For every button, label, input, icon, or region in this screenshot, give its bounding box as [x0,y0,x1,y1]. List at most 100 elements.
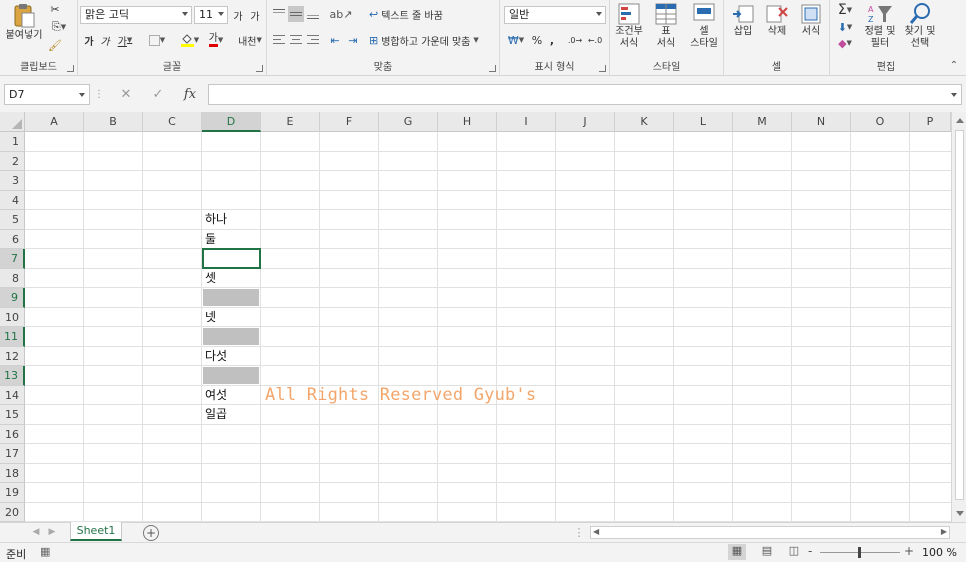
font-launcher[interactable] [256,65,263,72]
row-header-4[interactable]: 4 [0,190,25,210]
row-header-19[interactable]: 19 [0,483,25,503]
number-format-select[interactable]: 일반 [504,6,606,24]
row-header-12[interactable]: 12 [0,346,25,366]
cut-button[interactable]: ✂ [48,2,62,16]
tab-split-grip[interactable]: ⋮ [574,526,585,539]
formula-input[interactable] [208,84,962,105]
add-sheet-button[interactable]: + [143,525,159,541]
row-header-11[interactable]: 11 [0,327,25,347]
copy-button[interactable]: ⎘ ▼ [48,20,70,34]
zoom-slider[interactable] [820,547,900,558]
font-name-select[interactable]: 맑은 고딕 [80,6,192,24]
zoom-out-button[interactable]: - [808,544,812,558]
column-header-d[interactable]: D [202,112,261,132]
expand-formula-icon[interactable] [951,93,957,97]
column-header-j[interactable]: J [556,112,615,132]
format-painter-button[interactable]: 🖌 [48,38,62,52]
cell-d8[interactable]: 셋 [202,269,261,289]
name-box[interactable]: D7 [4,84,90,105]
column-header-o[interactable]: O [851,112,910,132]
row-header-18[interactable]: 18 [0,463,25,483]
row-header-16[interactable]: 16 [0,424,25,444]
select-all-button[interactable] [0,112,25,132]
column-header-i[interactable]: I [497,112,556,132]
find-select-button[interactable]: 찾기 및 선택 [900,2,940,50]
column-header-h[interactable]: H [438,112,497,132]
row-header-3[interactable]: 3 [0,171,25,191]
row-header-13[interactable]: 13 [0,366,25,386]
border-button[interactable]: ▼ [146,32,168,48]
row-header-17[interactable]: 17 [0,444,25,464]
delete-cells-button[interactable]: 삭제 [762,2,792,38]
row-header-6[interactable]: 6 [0,229,25,249]
zoom-slider-thumb[interactable] [858,547,861,558]
phonetic-button[interactable]: 내천 ▼ [236,32,264,48]
row-header-9[interactable]: 9 [0,288,25,308]
format-cells-button[interactable]: 서식 [796,2,826,38]
conditional-format-button[interactable]: 조건부 서식 [612,2,646,50]
wrap-text-button[interactable]: ↩ 텍스트 줄 바꿈 [369,6,467,22]
horizontal-scrollbar[interactable]: ◀ ▶ [590,526,950,539]
cell-d6[interactable]: 둘 [202,230,261,250]
align-right-button[interactable] [305,32,321,48]
format-as-table-button[interactable]: 표 서식 [648,2,684,50]
vertical-scrollbar[interactable] [951,112,966,522]
column-header-b[interactable]: B [84,112,143,132]
paste-button[interactable]: 붙여넣기 [4,2,44,42]
column-header-p[interactable]: P [910,112,951,132]
cell-d15[interactable]: 일곱 [202,405,261,425]
shrink-font-button[interactable]: 가 [248,8,262,23]
column-header-n[interactable]: N [792,112,851,132]
decrease-decimal-button[interactable]: ←.0 [586,32,604,48]
number-launcher[interactable] [599,65,606,72]
cell-d5[interactable]: 하나 [202,210,261,230]
clipboard-launcher[interactable] [67,65,74,72]
formula-bar-grip[interactable]: ⋮ [92,84,106,105]
page-layout-button[interactable]: ▤ [758,544,776,560]
column-header-m[interactable]: M [733,112,792,132]
column-header-a[interactable]: A [25,112,84,132]
cell-d10[interactable]: 넷 [202,308,261,328]
row-header-15[interactable]: 15 [0,405,25,425]
percent-button[interactable]: % [530,32,544,48]
vertical-scroll-thumb[interactable] [955,130,964,500]
collapse-ribbon-button[interactable]: ⌃ [946,58,962,72]
fill-color-button[interactable]: ▼ [178,32,202,48]
accounting-format-button[interactable]: ₩ ▼ [504,32,528,48]
insert-cells-button[interactable]: 삽입 [728,2,758,38]
fill-button[interactable]: ⬇ ▼ [834,20,856,34]
align-center-button[interactable] [288,32,304,48]
zoom-level[interactable]: 100 % [922,546,957,559]
insert-function-button[interactable]: fx [178,84,202,105]
worksheet-grid[interactable]: A B C D E F G H I J K L M N O P 1 2 3 4 5 6 7 8 9 10 11 12 13 14 15 16 1… [0,112,966,522]
bold-button[interactable]: 가 [82,32,96,48]
font-size-select[interactable]: 11 [194,6,228,24]
column-header-c[interactable]: C [143,112,202,132]
align-bottom-button[interactable] [305,6,321,22]
align-middle-button[interactable] [288,6,304,22]
shaded-cell[interactable] [203,289,259,306]
clear-button[interactable]: ◆ ▼ [834,36,856,50]
column-header-f[interactable]: F [320,112,379,132]
row-header-14[interactable]: 14 [0,385,25,405]
row-header-5[interactable]: 5 [0,210,25,230]
row-header-1[interactable]: 1 [0,132,25,152]
zoom-in-button[interactable]: + [904,544,914,558]
sheet-tab-sheet1[interactable]: Sheet1 [70,522,122,541]
merge-center-button[interactable]: ⊞ 병합하고 가운데 맞춤 ▼ [369,32,497,48]
active-cell[interactable] [202,248,261,269]
align-left-button[interactable] [271,32,287,48]
row-header-7[interactable]: 7 [0,249,25,269]
column-header-g[interactable]: G [379,112,438,132]
column-header-k[interactable]: K [615,112,674,132]
macro-record-icon[interactable]: ▦ [40,545,50,558]
confirm-entry-button[interactable]: ✓ [146,84,170,105]
row-header-10[interactable]: 10 [0,307,25,327]
comma-button[interactable]: , [546,32,558,48]
cancel-entry-button[interactable]: ✕ [114,84,138,105]
page-break-button[interactable]: ◫ [785,544,803,560]
increase-decimal-button[interactable]: .0→ [566,32,584,48]
scroll-left-icon[interactable]: ◀ [593,527,599,536]
font-color-button[interactable]: 가 ▼ [204,32,228,48]
scroll-right-icon[interactable]: ▶ [941,527,947,536]
